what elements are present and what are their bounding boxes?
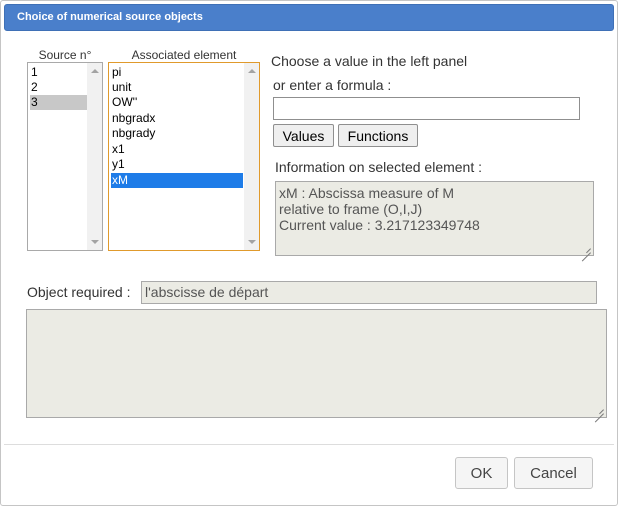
associated-item[interactable]: unit: [111, 80, 243, 95]
scroll-down-icon[interactable]: [91, 240, 99, 244]
scroll-down-icon[interactable]: [248, 240, 256, 244]
source-header: Source n°: [38, 48, 92, 62]
resize-grip-icon[interactable]: [595, 405, 604, 414]
cancel-button[interactable]: Cancel: [514, 457, 593, 489]
scroll-up-icon[interactable]: [248, 69, 256, 73]
functions-button[interactable]: Functions: [338, 124, 418, 147]
object-required-field: l'abscisse de départ: [141, 281, 597, 304]
formula-input[interactable]: [273, 97, 580, 120]
associated-header: Associated element: [131, 48, 237, 62]
associated-item[interactable]: x1: [111, 142, 243, 157]
scroll-up-icon[interactable]: [91, 69, 99, 73]
associated-item[interactable]: y1: [111, 157, 243, 172]
footer-divider: [4, 444, 614, 445]
source-item-3[interactable]: 3: [30, 95, 87, 110]
associated-item-selected[interactable]: xM: [111, 173, 243, 188]
associated-item[interactable]: pi: [111, 65, 243, 80]
formula-prompt-line2: or enter a formula :: [273, 77, 392, 93]
source-list[interactable]: 1 2 3: [27, 62, 103, 251]
resize-grip-icon[interactable]: [582, 244, 591, 253]
source-scrollbar[interactable]: [87, 63, 102, 250]
associated-item[interactable]: OW'': [111, 95, 243, 110]
info-line: relative to frame (O,I,J): [279, 201, 423, 217]
formula-prompt-line1: Choose a value in the left panel: [271, 53, 468, 69]
associated-scrollbar[interactable]: [244, 63, 259, 250]
info-textarea: xM : Abscissa measure of M relative to f…: [275, 181, 594, 256]
values-button[interactable]: Values: [273, 124, 334, 147]
object-required-label: Object required :: [27, 284, 131, 300]
info-label: Information on selected element :: [275, 159, 483, 175]
info-line: Current value : 3.217123349748: [279, 217, 480, 233]
ok-button[interactable]: OK: [455, 457, 508, 489]
source-item-1[interactable]: 1: [30, 65, 87, 80]
associated-item[interactable]: nbgradx: [111, 111, 243, 126]
object-description-textarea: [26, 309, 607, 418]
info-line: xM : Abscissa measure of M: [279, 185, 455, 201]
source-item-2[interactable]: 2: [30, 80, 87, 95]
dialog: Choice of numerical source objects Sourc…: [0, 0, 618, 506]
associated-item[interactable]: nbgrady: [111, 126, 243, 141]
associated-list[interactable]: pi unit OW'' nbgradx nbgrady x1 y1 xM: [108, 62, 260, 251]
dialog-title[interactable]: Choice of numerical source objects: [4, 4, 614, 31]
